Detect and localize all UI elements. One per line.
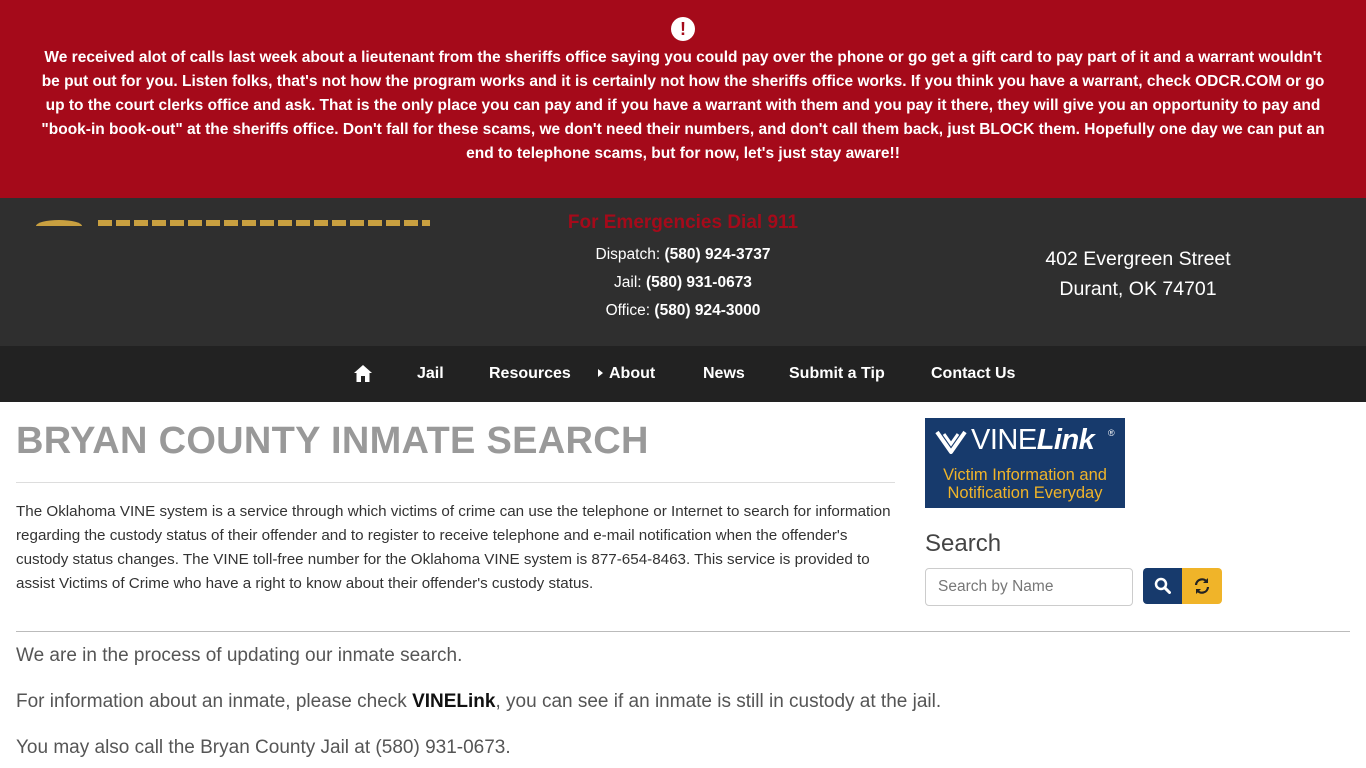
- registered-mark: ®: [1108, 428, 1115, 438]
- page-title: BRYAN COUNTY INMATE SEARCH: [16, 420, 649, 462]
- title-divider: [16, 482, 895, 483]
- vinelink-info-after: , you can see if an inmate is still in c…: [495, 691, 942, 712]
- nav-item-jail[interactable]: Jail: [417, 346, 444, 402]
- vinelink-wordmark: VINELink: [971, 424, 1095, 457]
- nav-item-about[interactable]: About: [598, 346, 655, 402]
- logo-badge-shape: [36, 220, 82, 226]
- nav-item-submit-tip[interactable]: Submit a Tip: [789, 346, 885, 402]
- jail-call-info: You may also call the Bryan County Jail …: [16, 737, 511, 758]
- vinelink-tagline: Victim Information and Notification Ever…: [943, 466, 1107, 502]
- vine-word: VINE: [971, 424, 1037, 456]
- office-contact: Office: (580) 924-3000: [540, 302, 826, 320]
- refresh-icon: [1194, 578, 1210, 594]
- home-icon[interactable]: [354, 365, 372, 382]
- logo-wordmark-shape: [98, 220, 430, 226]
- office-label: Office:: [605, 302, 651, 319]
- vinelink-info-before: For information about an inmate, please …: [16, 691, 413, 712]
- nav-item-news[interactable]: News: [703, 346, 745, 402]
- update-notice: We are in the process of updating our in…: [16, 645, 463, 666]
- vine-logo-icon: [935, 430, 967, 454]
- dispatch-contact: Dispatch: (580) 924-3737: [540, 246, 826, 264]
- reset-button[interactable]: [1182, 568, 1222, 604]
- emergency-notice: For Emergencies Dial 911: [567, 212, 799, 233]
- jail-label: Jail:: [614, 274, 642, 291]
- section-divider: [16, 631, 1350, 632]
- main-nav: Jail Resources About News Submit a Tip C…: [0, 346, 1366, 402]
- address-line-1: 402 Evergreen Street: [1045, 248, 1231, 270]
- address-line-2: Durant, OK 74701: [1059, 278, 1217, 300]
- dispatch-label: Dispatch:: [595, 246, 661, 263]
- alert-message: We received alot of calls last week abou…: [41, 49, 1325, 162]
- nav-item-about-label: About: [609, 365, 656, 382]
- vinelink-link[interactable]: VINELink: [412, 691, 495, 712]
- site-logo[interactable]: [36, 220, 430, 226]
- dispatch-phone[interactable]: (580) 924-3737: [664, 246, 770, 263]
- exclamation-circle-icon: !: [671, 17, 695, 41]
- search-input[interactable]: [925, 568, 1133, 606]
- jail-phone[interactable]: (580) 931-0673: [646, 274, 752, 291]
- jail-contact: Jail: (580) 931-0673: [540, 274, 826, 292]
- nav-item-contact-us[interactable]: Contact Us: [931, 346, 1015, 402]
- search-button[interactable]: [1143, 568, 1182, 604]
- nav-item-resources[interactable]: Resources: [489, 346, 571, 402]
- caret-right-icon: [598, 369, 603, 377]
- vinelink-info: For information about an inmate, please …: [16, 691, 941, 713]
- vine-intro-text: The Oklahoma VINE system is a service th…: [16, 503, 891, 592]
- alert-banner: ! We received alot of calls last week ab…: [0, 0, 1366, 198]
- search-icon: [1154, 577, 1171, 594]
- link-word: Link: [1036, 424, 1095, 456]
- office-phone[interactable]: (580) 924-3000: [654, 302, 760, 319]
- search-heading: Search: [925, 530, 1002, 557]
- vinelink-banner[interactable]: VINELink ® Victim Information and Notifi…: [925, 418, 1125, 508]
